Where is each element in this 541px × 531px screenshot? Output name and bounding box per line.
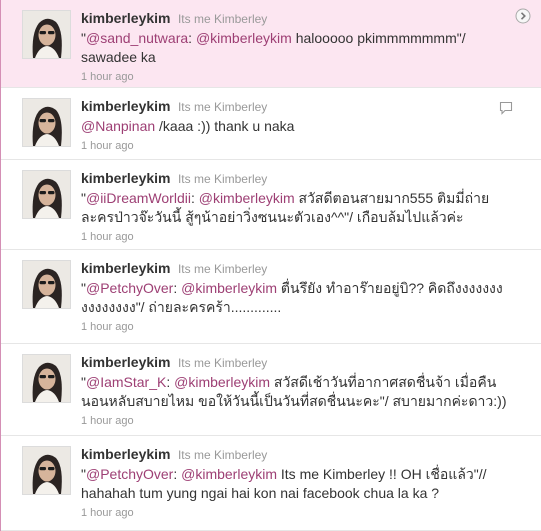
mention-link[interactable]: @kimberleykim <box>174 374 270 390</box>
mention-link[interactable]: @IamStar_K <box>86 374 166 390</box>
tweet-item[interactable]: kimberleykim Its me Kimberley "@PetchyOv… <box>1 436 541 531</box>
screen-name[interactable]: kimberleykim <box>81 354 171 370</box>
reply-icon[interactable] <box>498 100 514 116</box>
tweet-text: "@PetchyOver: @kimberleykim Its me Kimbe… <box>81 465 511 503</box>
timestamp[interactable]: 1 hour ago <box>81 230 511 244</box>
full-name: Its me Kimberley <box>177 356 268 370</box>
avatar[interactable] <box>22 98 71 147</box>
screen-name[interactable]: kimberleykim <box>81 446 171 462</box>
mention-link[interactable]: @sand_nutwara <box>86 30 188 46</box>
profile-photo-icon <box>23 11 70 58</box>
text-segment: : <box>190 190 199 206</box>
mention-link[interactable]: @kimberleykim <box>196 30 292 46</box>
text-segment: : <box>173 466 182 482</box>
mention-link[interactable]: @PetchyOver <box>86 280 173 296</box>
tweet-item[interactable]: kimberleykim Its me Kimberley "@sand_nut… <box>1 0 541 88</box>
text-segment: : <box>173 280 182 296</box>
screen-name[interactable]: kimberleykim <box>81 10 171 26</box>
mention-link[interactable]: @kimberleykim <box>199 190 295 206</box>
timestamp[interactable]: 1 hour ago <box>81 320 511 334</box>
tweet-timeline: kimberleykim Its me Kimberley "@sand_nut… <box>0 0 541 531</box>
full-name: Its me Kimberley <box>177 100 268 114</box>
tweet-item[interactable]: kimberleykim Its me Kimberley @Nanpinan … <box>1 88 541 160</box>
timestamp[interactable]: 1 hour ago <box>81 506 511 520</box>
timestamp[interactable]: 1 hour ago <box>81 139 511 153</box>
tweet-text: "@iiDreamWorldii: @kimberleykim สวัสดีตอ… <box>81 189 511 227</box>
profile-photo-icon <box>23 355 70 402</box>
avatar[interactable] <box>22 10 71 59</box>
avatar[interactable] <box>22 446 71 495</box>
tweet-text: "@sand_nutwara: @kimberleykim halooooo p… <box>81 29 511 67</box>
tweet-item[interactable]: kimberleykim Its me Kimberley "@IamStar_… <box>1 344 541 436</box>
expand-arrow-icon[interactable] <box>515 8 531 24</box>
screen-name[interactable]: kimberleykim <box>81 98 171 114</box>
tweet-text: "@PetchyOver: @kimberleykim ตื่นรึยัง ทำ… <box>81 279 511 317</box>
screen-name[interactable]: kimberleykim <box>81 170 171 186</box>
full-name: Its me Kimberley <box>177 448 268 462</box>
avatar[interactable] <box>22 170 71 219</box>
mention-link[interactable]: @iiDreamWorldii <box>86 190 191 206</box>
full-name: Its me Kimberley <box>177 172 268 186</box>
avatar[interactable] <box>22 260 71 309</box>
screen-name[interactable]: kimberleykim <box>81 260 171 276</box>
timestamp[interactable]: 1 hour ago <box>81 414 511 428</box>
text-segment: : <box>166 374 175 390</box>
profile-photo-icon <box>23 99 70 146</box>
profile-photo-icon <box>23 261 70 308</box>
timestamp[interactable]: 1 hour ago <box>81 70 511 84</box>
mention-link[interactable]: @PetchyOver <box>86 466 173 482</box>
full-name: Its me Kimberley <box>177 12 268 26</box>
avatar[interactable] <box>22 354 71 403</box>
profile-photo-icon <box>23 447 70 494</box>
mention-link[interactable]: @kimberleykim <box>181 466 277 482</box>
profile-photo-icon <box>23 171 70 218</box>
text-segment: : <box>188 30 196 46</box>
text-segment: /kaaa :)) thank u naka <box>155 118 295 134</box>
tweet-item[interactable]: kimberleykim Its me Kimberley "@iiDreamW… <box>1 160 541 250</box>
full-name: Its me Kimberley <box>177 262 268 276</box>
mention-link[interactable]: @kimberleykim <box>181 280 277 296</box>
tweet-text: @Nanpinan /kaaa :)) thank u naka <box>81 117 511 136</box>
mention-link[interactable]: @Nanpinan <box>81 118 155 134</box>
tweet-item[interactable]: kimberleykim Its me Kimberley "@PetchyOv… <box>1 250 541 344</box>
tweet-text: "@IamStar_K: @kimberleykim สวัสดีเช้าวัน… <box>81 373 511 411</box>
